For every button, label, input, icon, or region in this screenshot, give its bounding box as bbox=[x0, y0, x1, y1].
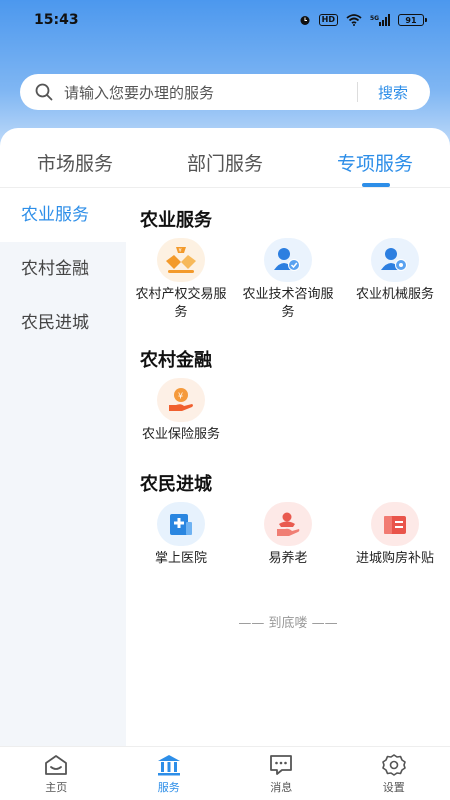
tech-consult-icon bbox=[264, 238, 312, 282]
svg-text:¥: ¥ bbox=[178, 392, 183, 401]
service-tech-consult[interactable]: 农业技术咨询服务 bbox=[233, 238, 343, 322]
hd-badge: HD bbox=[318, 14, 338, 26]
sidebar-item-agri-services[interactable]: 农业服务 bbox=[0, 188, 126, 242]
search-button[interactable]: 搜索 bbox=[378, 82, 408, 103]
service-label: 农村产权交易服务 bbox=[135, 287, 227, 320]
status-bar: 15:43 HD 5G 91 bbox=[0, 0, 450, 40]
service-label: 农业保险服务 bbox=[141, 427, 220, 442]
tab-special-services[interactable]: 专项服务 bbox=[300, 128, 450, 188]
hospital-icon bbox=[157, 502, 205, 546]
service-elderly-care[interactable]: 易养老 bbox=[233, 502, 343, 568]
tab-active-indicator bbox=[362, 182, 390, 187]
tab-department-services[interactable]: 部门服务 bbox=[150, 128, 300, 188]
tab-bar: 市场服务 部门服务 专项服务 bbox=[0, 128, 450, 188]
category-sidebar: 农业服务 农村金融 农民进城 bbox=[0, 188, 126, 746]
nav-label: 消息 bbox=[270, 780, 293, 794]
elderly-care-icon bbox=[264, 502, 312, 546]
housing-subsidy-icon bbox=[371, 502, 419, 546]
service-insurance[interactable]: ¥ 农业保险服务 bbox=[126, 378, 236, 444]
service-label: 农业机械服务 bbox=[355, 287, 434, 302]
home-icon bbox=[43, 753, 69, 777]
bank-icon bbox=[156, 753, 182, 777]
service-machinery[interactable]: 农业机械服务 bbox=[340, 238, 450, 304]
signal-icon: 5G bbox=[370, 14, 390, 26]
sidebar-item-rural-finance[interactable]: 农村金融 bbox=[0, 242, 126, 296]
service-label: 进城购房补贴 bbox=[355, 551, 434, 566]
nav-item-settings[interactable]: 设置 bbox=[338, 753, 450, 795]
search-divider bbox=[356, 82, 358, 102]
search-icon bbox=[34, 82, 54, 102]
nav-label: 主页 bbox=[45, 780, 68, 794]
sidebar-item-farmers-to-city[interactable]: 农民进城 bbox=[0, 296, 126, 350]
svg-text:¥: ¥ bbox=[179, 248, 182, 254]
main-panel: 市场服务 部门服务 专项服务 农业服务 农村金融 农民进城 农业服务 ¥ 农村产… bbox=[0, 128, 450, 746]
bottom-navigation: 主页 服务 消息 设置 bbox=[0, 746, 450, 800]
machinery-service-icon bbox=[371, 238, 419, 282]
wifi-icon bbox=[346, 14, 362, 26]
service-label: 易养老 bbox=[268, 551, 308, 566]
end-of-list-hint: —— 到底喽 —— bbox=[238, 616, 338, 631]
svg-text:5G: 5G bbox=[370, 15, 379, 22]
section-title-farmers-to-city: 农民进城 bbox=[140, 474, 212, 495]
service-housing-subsidy[interactable]: 进城购房补贴 bbox=[340, 502, 450, 568]
section-title-rural-finance: 农村金融 bbox=[140, 350, 212, 371]
nav-item-messages[interactable]: 消息 bbox=[225, 753, 337, 795]
property-trade-icon: ¥ bbox=[157, 238, 205, 282]
nav-item-services[interactable]: 服务 bbox=[113, 753, 225, 795]
tab-label: 部门服务 bbox=[186, 152, 263, 175]
service-label: 农业技术咨询服务 bbox=[242, 287, 334, 320]
battery-icon: 91 bbox=[398, 14, 427, 26]
status-time: 15:43 bbox=[34, 12, 79, 28]
gear-icon bbox=[381, 753, 407, 777]
nav-item-home[interactable]: 主页 bbox=[0, 753, 112, 795]
nav-label: 服务 bbox=[157, 780, 180, 794]
alarm-icon bbox=[299, 14, 311, 26]
service-label: 掌上医院 bbox=[154, 551, 207, 566]
nav-label: 设置 bbox=[382, 780, 405, 794]
service-content: 农业服务 ¥ 农村产权交易服务 农业技术咨询服务 农业机械服务 农村金融 ¥ 农… bbox=[126, 188, 450, 746]
tab-label: 市场服务 bbox=[36, 152, 113, 175]
status-icons: HD 5G 91 bbox=[299, 14, 427, 26]
tab-market-services[interactable]: 市场服务 bbox=[0, 128, 150, 188]
insurance-icon: ¥ bbox=[157, 378, 205, 422]
service-property-trade[interactable]: ¥ 农村产权交易服务 bbox=[126, 238, 236, 322]
service-hospital[interactable]: 掌上医院 bbox=[126, 502, 236, 568]
tab-label: 专项服务 bbox=[336, 152, 413, 175]
search-input[interactable]: 请输入您要办理的服务 bbox=[64, 82, 357, 103]
section-title-agri-services: 农业服务 bbox=[140, 210, 212, 231]
search-bar[interactable]: 请输入您要办理的服务 搜索 bbox=[20, 74, 430, 110]
message-icon bbox=[268, 753, 294, 777]
